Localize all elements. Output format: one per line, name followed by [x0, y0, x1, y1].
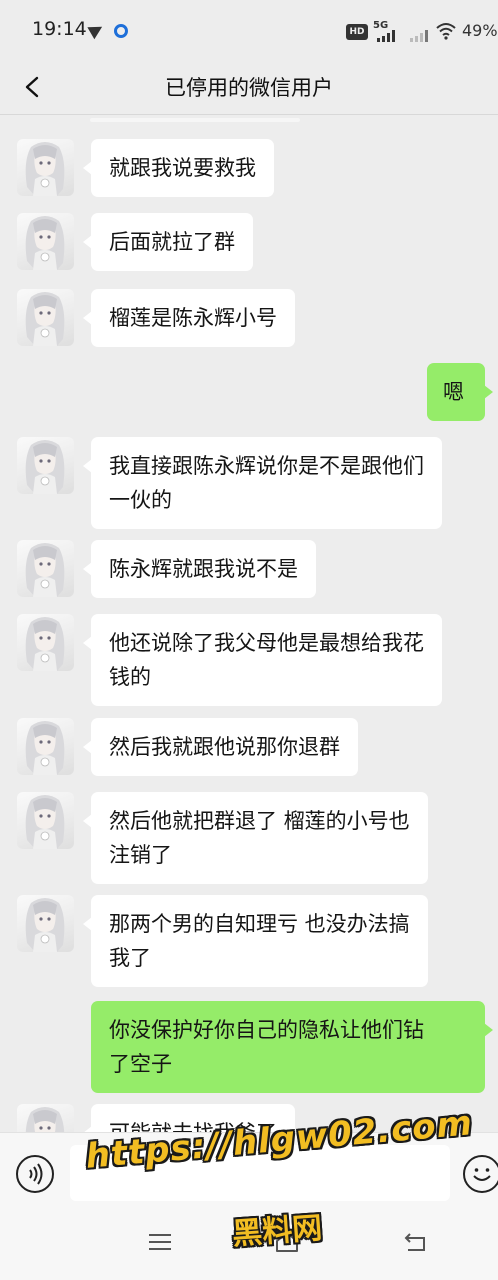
menu-icon[interactable] — [148, 1232, 172, 1252]
telegram-icon — [87, 20, 106, 40]
status-time: 19:14 — [32, 18, 87, 40]
emoji-icon[interactable] — [463, 1155, 498, 1193]
avatar[interactable] — [17, 718, 74, 775]
message-bubble[interactable]: 嗯 — [427, 363, 493, 421]
message-text-line: 注销了 — [109, 843, 172, 867]
avatar[interactable] — [17, 437, 74, 494]
message-bubble[interactable]: 就跟我说要救我 — [83, 139, 274, 197]
message-text-line: 你没保护好你自己的隐私让他们钻 — [109, 1018, 424, 1042]
message-text-line: 他还说除了我父母他是最想给我花 — [109, 631, 424, 655]
message-text-line: 那两个男的自知理亏 也没办法搞 — [109, 912, 410, 936]
wifi-icon — [436, 23, 456, 40]
message-text-line: 就跟我说要救我 — [109, 156, 256, 180]
avatar[interactable] — [17, 614, 74, 671]
avatar[interactable] — [17, 213, 74, 270]
message-bubble[interactable]: 你没保护好你自己的隐私让他们钻 了空子 — [91, 1001, 493, 1093]
back-icon[interactable] — [402, 1230, 430, 1254]
message-text-line: 一伙的 — [109, 488, 172, 512]
message-text-line: 然后他就把群退了 榴莲的小号也 — [109, 809, 410, 833]
avatar[interactable] — [17, 792, 74, 849]
hd-voice-icon: HD — [346, 24, 368, 40]
voice-icon[interactable] — [16, 1155, 54, 1193]
previous-message-edge — [90, 118, 300, 122]
watermark-name: 黑料网 — [231, 1210, 324, 1253]
message-text-line: 钱的 — [109, 665, 151, 689]
notification-dot-icon — [114, 24, 128, 38]
signal-icon — [377, 30, 403, 42]
message-text-line: 我了 — [109, 946, 151, 970]
message-bubble[interactable]: 榴莲是陈永辉小号 — [83, 289, 295, 347]
avatar[interactable] — [17, 895, 74, 952]
message-text-line: 然后我就跟他说那你退群 — [109, 735, 340, 759]
message-bubble[interactable]: 我直接跟陈永辉说你是不是跟他们 一伙的 — [83, 437, 442, 529]
message-bubble[interactable]: 他还说除了我父母他是最想给我花 钱的 — [83, 614, 442, 706]
message-text-line: 榴莲是陈永辉小号 — [109, 306, 277, 330]
avatar[interactable] — [17, 540, 74, 597]
battery-level: 49% — [462, 21, 498, 40]
message-bubble[interactable]: 后面就拉了群 — [83, 213, 253, 271]
message-text-line: 我直接跟陈永辉说你是不是跟他们 — [109, 454, 424, 478]
status-bar: 19:14 HD 5G 49% — [0, 0, 498, 62]
avatar[interactable] — [17, 289, 74, 346]
avatar[interactable] — [17, 139, 74, 196]
header-divider — [0, 114, 498, 115]
message-text-line: 陈永辉就跟我说不是 — [109, 557, 298, 581]
message-text-line: 嗯 — [443, 380, 464, 404]
message-bubble[interactable]: 陈永辉就跟我说不是 — [83, 540, 316, 598]
message-text-line: 后面就拉了群 — [109, 230, 235, 254]
message-bubble[interactable]: 然后他就把群退了 榴莲的小号也 注销了 — [83, 792, 428, 884]
signal-secondary-icon — [410, 30, 432, 42]
chat-header: 已停用的微信用户 — [0, 62, 498, 114]
message-bubble[interactable]: 那两个男的自知理亏 也没办法搞 我了 — [83, 895, 428, 987]
message-text-line: 了空子 — [109, 1052, 172, 1076]
page-title: 已停用的微信用户 — [165, 76, 333, 100]
message-bubble[interactable]: 然后我就跟他说那你退群 — [83, 718, 358, 776]
